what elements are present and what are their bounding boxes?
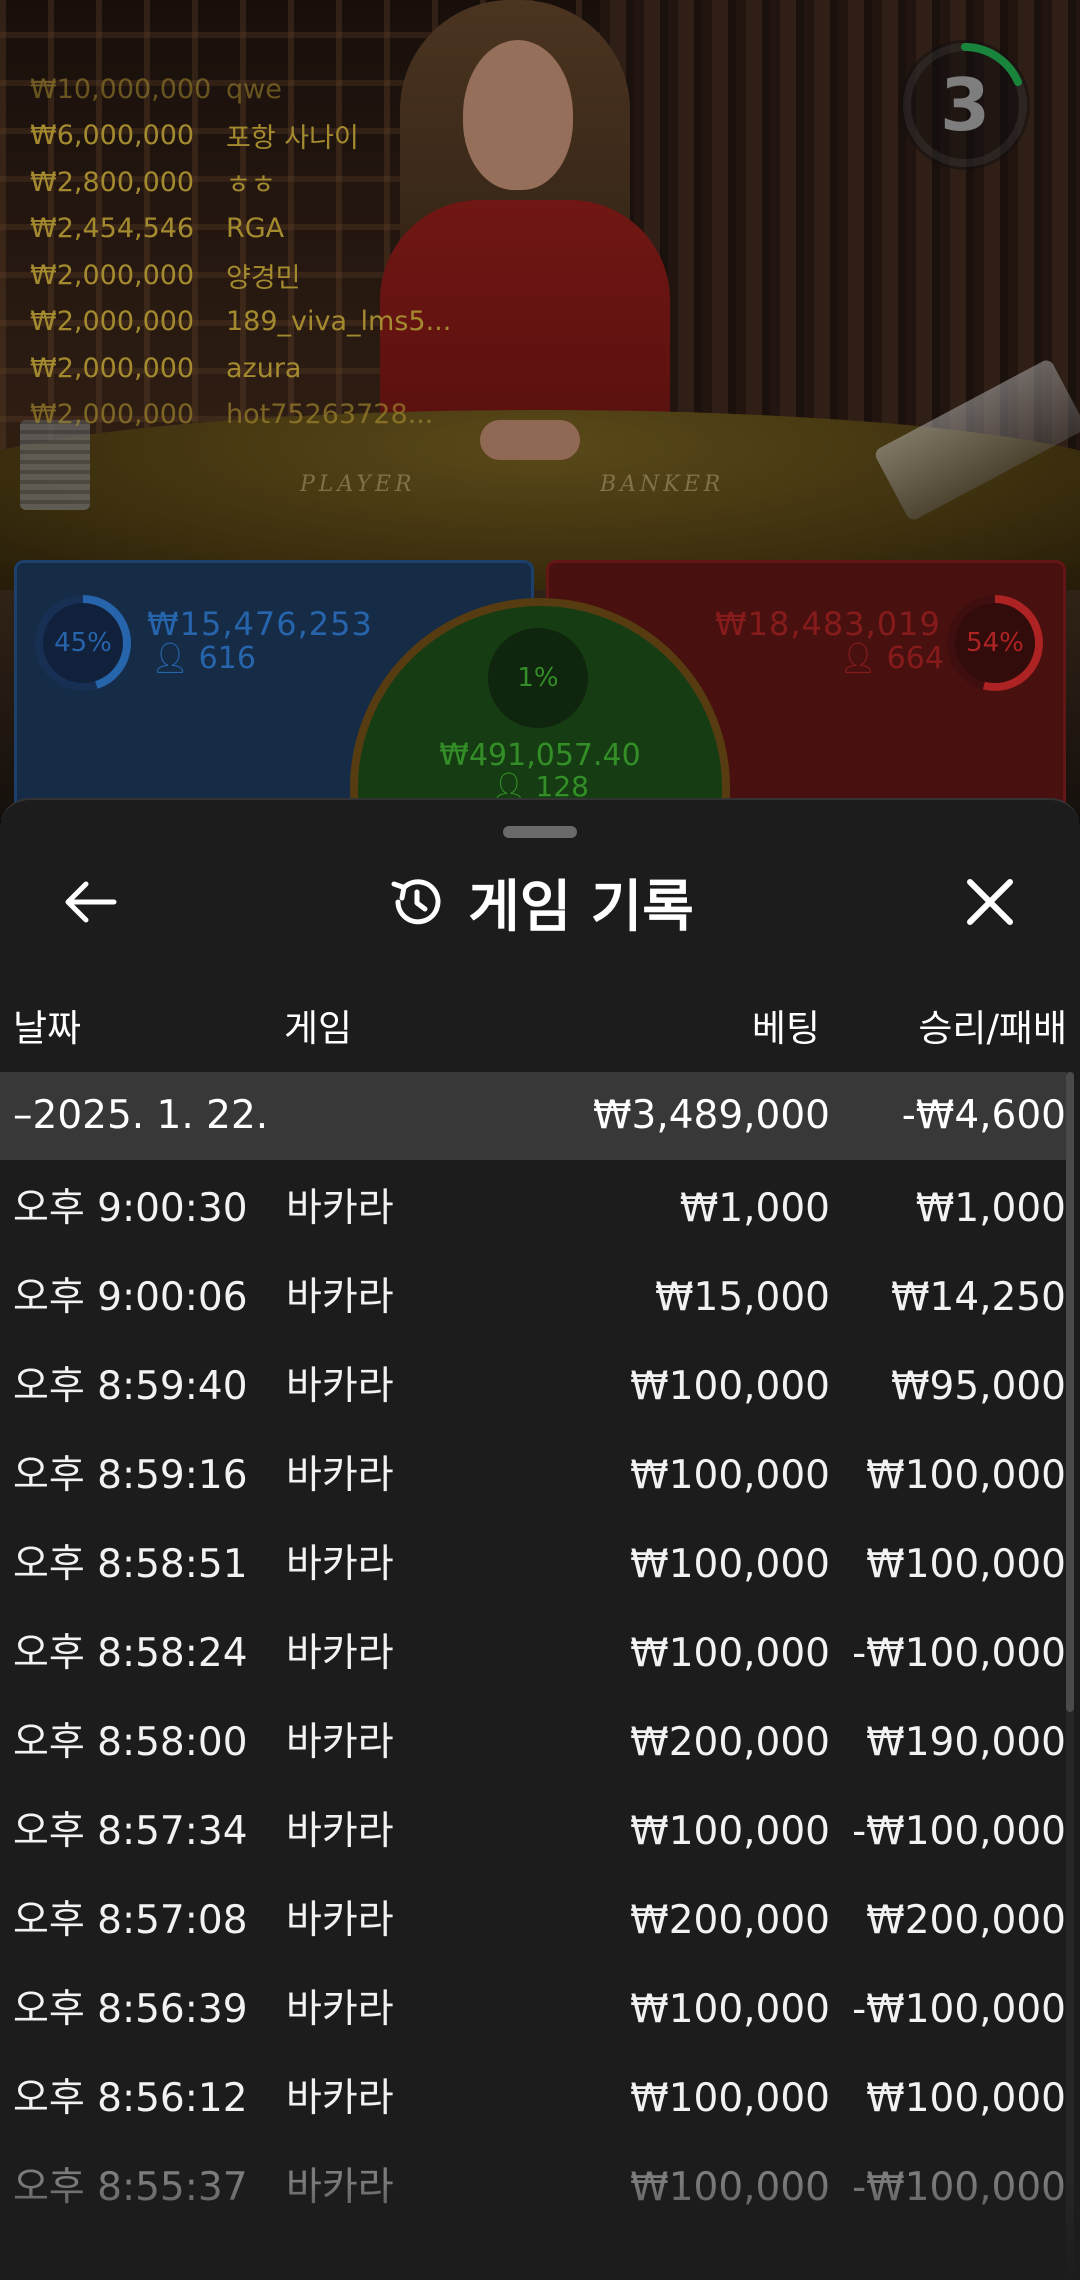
row-game: 바카라 [286, 1987, 394, 2032]
scrollbar-thumb[interactable] [1066, 1072, 1074, 1712]
history-row[interactable]: 오후 8:59:16 바카라 ₩100,000 ₩100,000 [0, 1431, 1068, 1520]
row-bet: ₩100,000 [630, 1987, 830, 2032]
column-header-game: 게임 [284, 1007, 353, 1050]
row-time: 오후 8:58:51 [13, 1542, 248, 1587]
close-icon [967, 879, 1013, 925]
history-icon [391, 879, 441, 925]
list-fade-overlay [0, 2180, 1080, 2280]
row-result: ₩14,250 [890, 1275, 1066, 1320]
row-result: -₩100,000 [852, 1809, 1066, 1854]
row-time: 오후 8:59:40 [13, 1364, 248, 1409]
row-game: 바카라 [286, 1720, 394, 1765]
row-bet: ₩100,000 [630, 1542, 830, 1587]
sheet-title: 게임 기록 [468, 874, 694, 940]
history-row[interactable]: 오후 8:57:34 바카라 ₩100,000 -₩100,000 [0, 1787, 1068, 1876]
back-button[interactable] [50, 862, 130, 942]
history-row[interactable]: 오후 9:00:06 바카라 ₩15,000 ₩14,250 [0, 1253, 1068, 1342]
history-row[interactable]: 오후 8:56:12 바카라 ₩100,000 ₩100,000 [0, 2054, 1068, 2143]
row-game: 바카라 [286, 2076, 394, 2121]
row-game: 바카라 [286, 1275, 394, 1320]
row-time: 오후 8:56:12 [13, 2076, 248, 2121]
row-bet: ₩1,000 [679, 1186, 830, 1231]
row-time: 오후 9:00:06 [13, 1275, 248, 1320]
column-header-bet: 베팅 [751, 1007, 820, 1050]
history-row[interactable]: 오후 8:58:00 바카라 ₩200,000 ₩190,000 [0, 1698, 1068, 1787]
row-bet: ₩100,000 [630, 1809, 830, 1854]
sheet-header: 게임 기록 [0, 862, 1080, 942]
row-result: ₩100,000 [866, 2076, 1066, 2121]
row-bet: ₩100,000 [630, 1453, 830, 1498]
row-result: -₩100,000 [852, 1631, 1066, 1676]
row-result: ₩95,000 [890, 1364, 1066, 1409]
row-result: ₩200,000 [866, 1898, 1066, 1943]
row-time: 오후 8:58:24 [13, 1631, 248, 1676]
row-time: 오후 8:56:39 [13, 1987, 248, 2032]
history-list: 오후 9:00:30 바카라 ₩1,000 ₩1,000 오후 9:00:06 바카라 ₩… [0, 1164, 1068, 2232]
row-time: 오후 9:00:30 [13, 1186, 248, 1231]
row-time: 오후 8:57:34 [13, 1809, 248, 1854]
history-row[interactable]: 오후 8:56:39 바카라 ₩100,000 -₩100,000 [0, 1965, 1068, 2054]
column-header-result: 승리/패배 [918, 1007, 1067, 1050]
row-game: 바카라 [286, 1364, 394, 1409]
row-game: 바카라 [286, 1186, 394, 1231]
dim-overlay [0, 0, 1080, 820]
history-row[interactable]: 오후 8:58:51 바카라 ₩100,000 ₩100,000 [0, 1520, 1068, 1609]
row-bet: ₩100,000 [630, 1364, 830, 1409]
row-result: ₩100,000 [866, 1542, 1066, 1587]
close-button[interactable] [950, 862, 1030, 942]
history-row[interactable]: 오후 8:59:40 바카라 ₩100,000 ₩95,000 [0, 1342, 1068, 1431]
row-game: 바카라 [286, 1898, 394, 1943]
row-result: ₩1,000 [915, 1186, 1066, 1231]
row-game: 바카라 [286, 1631, 394, 1676]
row-bet: ₩100,000 [630, 2076, 830, 2121]
game-history-sheet: 게임 기록 날짜 게임 베팅 승리/패배 –2025. 1. 22. ₩3,48… [0, 798, 1080, 2280]
row-game: 바카라 [286, 1809, 394, 1854]
row-game: 바카라 [286, 1453, 394, 1498]
summary-bet-total: ₩3,489,000 [592, 1093, 830, 1138]
row-bet: ₩100,000 [630, 1631, 830, 1676]
history-row[interactable]: 오후 8:57:08 바카라 ₩200,000 ₩200,000 [0, 1876, 1068, 1965]
row-result: -₩100,000 [852, 1987, 1066, 2032]
row-result: ₩100,000 [866, 1453, 1066, 1498]
date-summary-row[interactable]: –2025. 1. 22. ₩3,489,000 -₩4,600 [0, 1072, 1068, 1160]
history-row[interactable]: 오후 8:58:24 바카라 ₩100,000 -₩100,000 [0, 1609, 1068, 1698]
summary-result-total: -₩4,600 [901, 1093, 1066, 1138]
row-result: ₩190,000 [866, 1720, 1066, 1765]
row-bet: ₩200,000 [630, 1898, 830, 1943]
history-row[interactable]: 오후 9:00:30 바카라 ₩1,000 ₩1,000 [0, 1164, 1068, 1253]
row-bet: ₩15,000 [654, 1275, 830, 1320]
row-game: 바카라 [286, 1542, 394, 1587]
arrow-left-icon [65, 881, 117, 923]
row-time: 오후 8:59:16 [13, 1453, 248, 1498]
summary-date: –2025. 1. 22. [13, 1093, 269, 1138]
column-header-date: 날짜 [13, 1007, 82, 1050]
sheet-drag-handle[interactable] [503, 826, 577, 838]
live-video-feed: PLAYER BANKER ₩10,000,000 qwe ₩6,000,000 포… [0, 0, 1080, 820]
row-time: 오후 8:57:08 [13, 1898, 248, 1943]
row-time: 오후 8:58:00 [13, 1720, 248, 1765]
row-bet: ₩200,000 [630, 1720, 830, 1765]
